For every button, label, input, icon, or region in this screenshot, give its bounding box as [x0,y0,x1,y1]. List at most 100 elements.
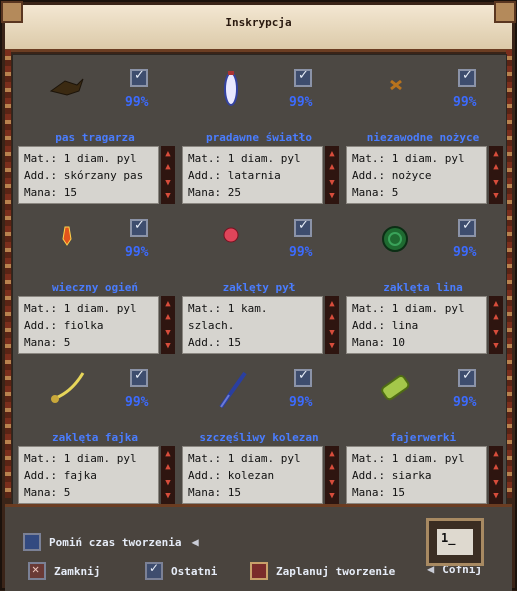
material-text: Mat.: 1 diam. pyl [352,302,465,315]
arrow-left-icon[interactable]: ◀ [191,535,198,549]
scroll-up-icon[interactable]: ▲ [327,162,337,172]
recipe-checkbox[interactable] [130,368,148,387]
schedule-button[interactable]: Zaplanuj tworzenie [250,562,395,580]
recipe-checkbox[interactable] [130,68,148,87]
recipe-checkbox[interactable] [458,368,476,387]
scroll-down-icon[interactable]: ▼ [491,328,501,338]
scroll-bottom-icon[interactable]: ▼ [327,341,337,351]
scroll-up-icon[interactable]: ▲ [163,462,173,472]
mana-text: Mana: 5 [352,186,399,199]
addition-text: Add.: fajka [24,469,97,482]
recipe-details: Mat.: 1 diam. pyl Add.: skórzany pas Man… [18,146,159,204]
scroll-bottom-icon[interactable]: ▼ [491,341,501,351]
scroll-bottom-icon[interactable]: ▼ [163,191,173,201]
scroll-down-icon[interactable]: ▼ [327,328,337,338]
recipe-details: Mat.: 1 kam. szlach. Add.: 15 [182,296,323,354]
scroll-down-icon[interactable]: ▼ [491,178,501,188]
scroll-top-icon[interactable]: ▲ [491,299,501,309]
last-label: Ostatni [171,564,218,578]
quantity-box[interactable]: 1_ [426,518,484,566]
recipe-cell: 99% niezawodne nożyce Mat.: 1 diam. pyl … [343,57,503,205]
details-scrollbar[interactable]: ▲ ▲ ▼ ▼ [325,296,339,354]
scroll-top-icon[interactable]: ▲ [163,299,173,309]
flame-vial-icon [62,226,72,246]
scroll-top-icon[interactable]: ▲ [163,449,173,459]
recipe-cell: 99% wieczny ogień Mat.: 1 diam. pyl Add.… [15,207,175,355]
details-scrollbar[interactable]: ▲ ▲ ▼ ▼ [489,446,503,504]
mana-text: Mana: 15 [352,486,405,499]
recipe-checkbox[interactable] [294,368,312,387]
addition-text: Add.: skórzany pas [24,169,144,182]
window-title: Inskrypcja [225,16,292,29]
scroll-up-icon[interactable]: ▲ [491,162,501,172]
scroll-bottom-icon[interactable]: ▼ [491,191,501,201]
addition-text: Add.: siarka [352,469,432,482]
scroll-bottom-icon[interactable]: ▼ [163,491,173,501]
material-text: Mat.: 1 diam. pyl [188,452,301,465]
details-scrollbar[interactable]: ▲ ▲ ▼ ▼ [489,146,503,204]
details-scrollbar[interactable]: ▲ ▲ ▼ ▼ [161,446,175,504]
details-scrollbar[interactable]: ▲ ▲ ▼ ▼ [325,146,339,204]
recipe-checkbox[interactable] [130,218,148,237]
pipe-icon [51,372,85,403]
quantity-input[interactable]: 1_ [437,529,473,555]
footer-panel: Pomiń czas tworzenia ◀ Zamknij Ostatni Z… [5,504,512,591]
scroll-up-icon[interactable]: ▲ [327,312,337,322]
material-text: Mat.: 1 diam. pyl [188,152,301,165]
scroll-up-icon[interactable]: ▲ [327,462,337,472]
red-dust-icon [223,227,239,243]
scroll-top-icon[interactable]: ▲ [491,449,501,459]
skip-creation-toggle[interactable]: Pomiń czas tworzenia ◀ [23,533,199,551]
scroll-bottom-icon[interactable]: ▼ [491,491,501,501]
recipe-cell: 99% zaklęta fajka Mat.: 1 diam. pyl Add.… [15,357,175,505]
success-percent: 99% [125,245,149,260]
inscription-window: Inskrypcja 99% pas tragarza Mat.: 1 diam… [0,0,517,591]
scroll-top-icon[interactable]: ▲ [327,149,337,159]
close-button[interactable]: Zamknij [28,562,100,580]
scroll-up-icon[interactable]: ▲ [163,312,173,322]
recipe-details: Mat.: 1 diam. pyl Add.: siarka Mana: 15 [346,446,487,504]
scroll-down-icon[interactable]: ▼ [327,478,337,488]
material-text: Mat.: 1 diam. pyl [24,152,137,165]
success-percent: 99% [289,395,313,410]
mana-text: Mana: 15 [24,186,77,199]
checkmark-icon [145,561,163,580]
scroll-down-icon[interactable]: ▼ [327,178,337,188]
recipe-checkbox[interactable] [294,68,312,87]
scroll-bottom-icon[interactable]: ▼ [163,341,173,351]
title-bar: Inskrypcja [5,5,512,52]
recipe-name: zaklęta lina [383,281,463,294]
frame-corner [494,1,516,23]
addition-text: Add.: latarnia [188,169,281,182]
scroll-down-icon[interactable]: ▼ [163,328,173,338]
details-scrollbar[interactable]: ▲ ▲ ▼ ▼ [489,296,503,354]
details-scrollbar[interactable]: ▲ ▲ ▼ ▼ [161,146,175,204]
scroll-down-icon[interactable]: ▼ [163,178,173,188]
scroll-up-icon[interactable]: ▲ [491,312,501,322]
recipe-checkbox[interactable] [458,218,476,237]
recipe-name: pradawne światło [206,131,312,144]
scroll-top-icon[interactable]: ▲ [163,149,173,159]
scroll-top-icon[interactable]: ▲ [327,449,337,459]
last-button[interactable]: Ostatni [145,561,218,580]
recipe-cell: 99% pas tragarza Mat.: 1 diam. pyl Add.:… [15,57,175,205]
scroll-top-icon[interactable]: ▲ [327,299,337,309]
recipe-checkbox[interactable] [458,68,476,87]
recipe-details: Mat.: 1 diam. pyl Add.: nożyce Mana: 5 [346,146,487,204]
success-percent: 99% [453,95,477,110]
scroll-down-icon[interactable]: ▼ [163,478,173,488]
scroll-top-icon[interactable]: ▲ [491,149,501,159]
scroll-bottom-icon[interactable]: ▼ [327,191,337,201]
details-scrollbar[interactable]: ▲ ▲ ▼ ▼ [161,296,175,354]
scroll-down-icon[interactable]: ▼ [491,478,501,488]
frame-corner [1,1,23,23]
success-percent: 99% [125,95,149,110]
scroll-bottom-icon[interactable]: ▼ [327,491,337,501]
material-text: Mat.: 1 diam. pyl [24,452,137,465]
recipe-checkbox[interactable] [294,218,312,237]
scroll-up-icon[interactable]: ▲ [163,162,173,172]
scroll-up-icon[interactable]: ▲ [491,462,501,472]
recipe-cell: 99% szczęśliwy kolezan Mat.: 1 diam. pyl… [179,357,339,505]
details-scrollbar[interactable]: ▲ ▲ ▼ ▼ [325,446,339,504]
addition-text: Add.: fiolka [24,319,104,332]
